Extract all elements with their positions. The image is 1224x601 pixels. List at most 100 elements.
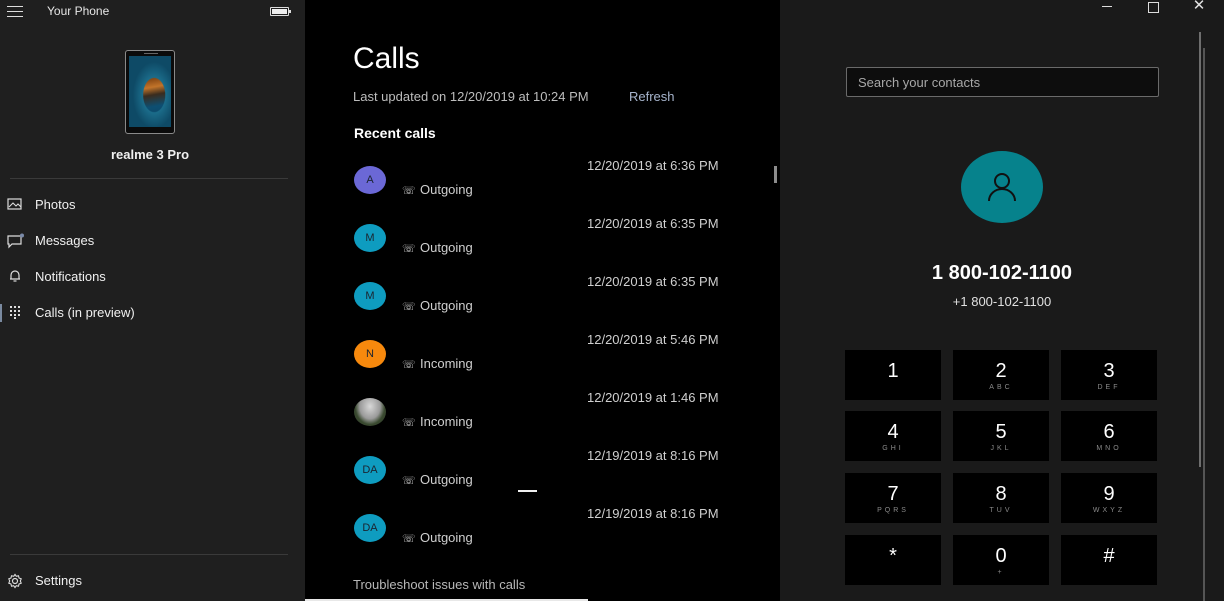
- dialpad-icon: [7, 305, 23, 321]
- troubleshoot-link[interactable]: Troubleshoot issues with calls: [353, 577, 525, 592]
- maximize-button[interactable]: [1130, 0, 1176, 14]
- call-timestamp: 12/20/2019 at 6:36 PM: [587, 158, 719, 173]
- call-list-item[interactable]: DA ☏ Outgoing 12/19/2019 at 8:16 PM: [353, 448, 753, 506]
- sidebar-item-label: Photos: [35, 197, 76, 212]
- window-scrollbar[interactable]: [1203, 48, 1205, 601]
- dialpad-key-2[interactable]: 2 ABC: [953, 350, 1049, 400]
- dialer-scrollbar[interactable]: [1199, 32, 1201, 467]
- call-type-label: Outgoing: [420, 240, 473, 255]
- contact-avatar: A: [354, 166, 386, 194]
- dialpad-key-1[interactable]: 1: [845, 350, 941, 400]
- call-type: ☏ Outgoing: [402, 472, 473, 487]
- sidebar-item-messages[interactable]: Messages: [0, 226, 305, 256]
- key-digit: 4: [887, 421, 899, 443]
- call-timestamp: 12/19/2019 at 8:16 PM: [587, 506, 719, 521]
- close-button[interactable]: ✕: [1176, 0, 1222, 14]
- contact-avatar: DA: [354, 456, 386, 484]
- dialpad-key-8[interactable]: 8 TUV: [953, 473, 1049, 523]
- outgoing-call-icon: ☏: [402, 243, 416, 255]
- key-letters: WXYZ: [1092, 507, 1126, 514]
- contact-avatar: M: [354, 224, 386, 252]
- dialpad-key-6[interactable]: 6 MNO: [1061, 411, 1157, 461]
- dialer-panel: ✕ 1 800-102-1100 +1 800-102-1100 1 2 ABC 3 D…: [780, 0, 1224, 601]
- divider: [10, 178, 288, 179]
- contact-avatar: M: [354, 282, 386, 310]
- key-digit: 5: [995, 421, 1007, 443]
- call-list-item[interactable]: M ☏ Outgoing 12/20/2019 at 6:35 PM: [353, 216, 753, 274]
- call-type-label: Outgoing: [420, 298, 473, 313]
- dialpad-key-0[interactable]: 0 +: [953, 535, 1049, 585]
- close-icon: ✕: [1192, 0, 1206, 14]
- outgoing-call-icon: ☏: [402, 475, 416, 487]
- call-type: ☏ Incoming: [402, 356, 473, 371]
- key-digit: 7: [887, 483, 899, 505]
- call-type: ☏ Outgoing: [402, 530, 473, 545]
- dialpad-key-star[interactable]: *: [845, 535, 941, 585]
- call-list-item[interactable]: M ☏ Outgoing 12/20/2019 at 6:35 PM: [353, 274, 753, 332]
- key-letters: MNO: [1096, 445, 1122, 452]
- key-digit: 6: [1103, 421, 1115, 443]
- contact-avatar: N: [354, 340, 386, 368]
- call-timestamp: 12/20/2019 at 5:46 PM: [587, 332, 719, 347]
- key-digit: 1: [887, 360, 899, 382]
- person-icon: [988, 173, 1016, 202]
- text-cursor: [518, 490, 537, 492]
- key-letters: PQRS: [877, 507, 909, 514]
- dialpad-key-hash[interactable]: #: [1061, 535, 1157, 585]
- sidebar-item-label: Calls (in preview): [35, 305, 135, 320]
- bell-icon: [7, 269, 23, 285]
- call-list-item[interactable]: N ☏ Incoming 12/20/2019 at 5:46 PM: [353, 332, 753, 390]
- hamburger-menu-icon[interactable]: [7, 6, 23, 18]
- call-type: ☏ Outgoing: [402, 182, 473, 197]
- refresh-link[interactable]: Refresh: [629, 89, 675, 104]
- key-letters: DEF: [1097, 384, 1121, 391]
- outgoing-call-icon: ☏: [402, 185, 416, 197]
- sidebar-item-photos[interactable]: Photos: [0, 190, 305, 220]
- incoming-call-icon: ☏: [402, 417, 416, 429]
- call-list-item[interactable]: A ☏ Outgoing 12/20/2019 at 6:36 PM: [353, 158, 753, 216]
- sidebar-item-calls[interactable]: Calls (in preview): [0, 298, 305, 328]
- key-letters: JKL: [990, 445, 1012, 452]
- outgoing-call-icon: ☏: [402, 301, 416, 313]
- call-timestamp: 12/20/2019 at 6:35 PM: [587, 216, 719, 231]
- key-letters: +: [997, 569, 1005, 576]
- call-list-item[interactable]: ☏ Incoming 12/20/2019 at 1:46 PM: [353, 390, 753, 448]
- call-timestamp: 12/20/2019 at 1:46 PM: [587, 390, 719, 405]
- call-type-label: Incoming: [420, 414, 473, 429]
- sidebar-item-settings[interactable]: Settings: [0, 566, 305, 596]
- dialpad-key-7[interactable]: 7 PQRS: [845, 473, 941, 523]
- contact-avatar: [961, 151, 1043, 223]
- messages-icon: [7, 233, 24, 249]
- dialpad-key-9[interactable]: 9 WXYZ: [1061, 473, 1157, 523]
- call-list-item[interactable]: DA ☏ Outgoing 12/19/2019 at 8:16 PM: [353, 506, 753, 564]
- call-type-label: Outgoing: [420, 530, 473, 545]
- last-updated-text: Last updated on 12/20/2019 at 10:24 PM: [353, 89, 589, 104]
- key-letters: ABC: [989, 384, 1013, 391]
- photos-icon: [7, 197, 23, 213]
- call-type-label: Outgoing: [420, 472, 473, 487]
- dialpad-key-4[interactable]: 4 GHI: [845, 411, 941, 461]
- call-type: ☏ Incoming: [402, 414, 473, 429]
- key-letters: GHI: [882, 445, 904, 452]
- calls-scrollbar[interactable]: [774, 166, 777, 183]
- key-digit: 9: [1103, 483, 1115, 505]
- gear-icon: [7, 573, 23, 589]
- device-name: realme 3 Pro: [110, 147, 190, 162]
- key-digit: 2: [995, 360, 1007, 382]
- battery-icon: [270, 7, 291, 16]
- key-digit: 8: [995, 483, 1007, 505]
- search-contacts-input[interactable]: [846, 67, 1159, 97]
- recent-calls-heading: Recent calls: [354, 125, 436, 141]
- dialed-number-formatted: +1 800-102-1100: [952, 294, 1052, 309]
- sidebar-item-notifications[interactable]: Notifications: [0, 262, 305, 292]
- key-digit: *: [889, 545, 897, 567]
- minimize-button[interactable]: [1084, 0, 1130, 14]
- dialpad-key-5[interactable]: 5 JKL: [953, 411, 1049, 461]
- calls-panel: Calls Last updated on 12/20/2019 at 10:2…: [305, 0, 780, 601]
- dialpad-key-3[interactable]: 3 DEF: [1061, 350, 1157, 400]
- phone-image: [125, 50, 175, 134]
- call-timestamp: 12/20/2019 at 6:35 PM: [587, 274, 719, 289]
- sidebar-item-label: Messages: [35, 233, 95, 248]
- call-type-label: Outgoing: [420, 182, 473, 197]
- call-timestamp: 12/19/2019 at 8:16 PM: [587, 448, 719, 463]
